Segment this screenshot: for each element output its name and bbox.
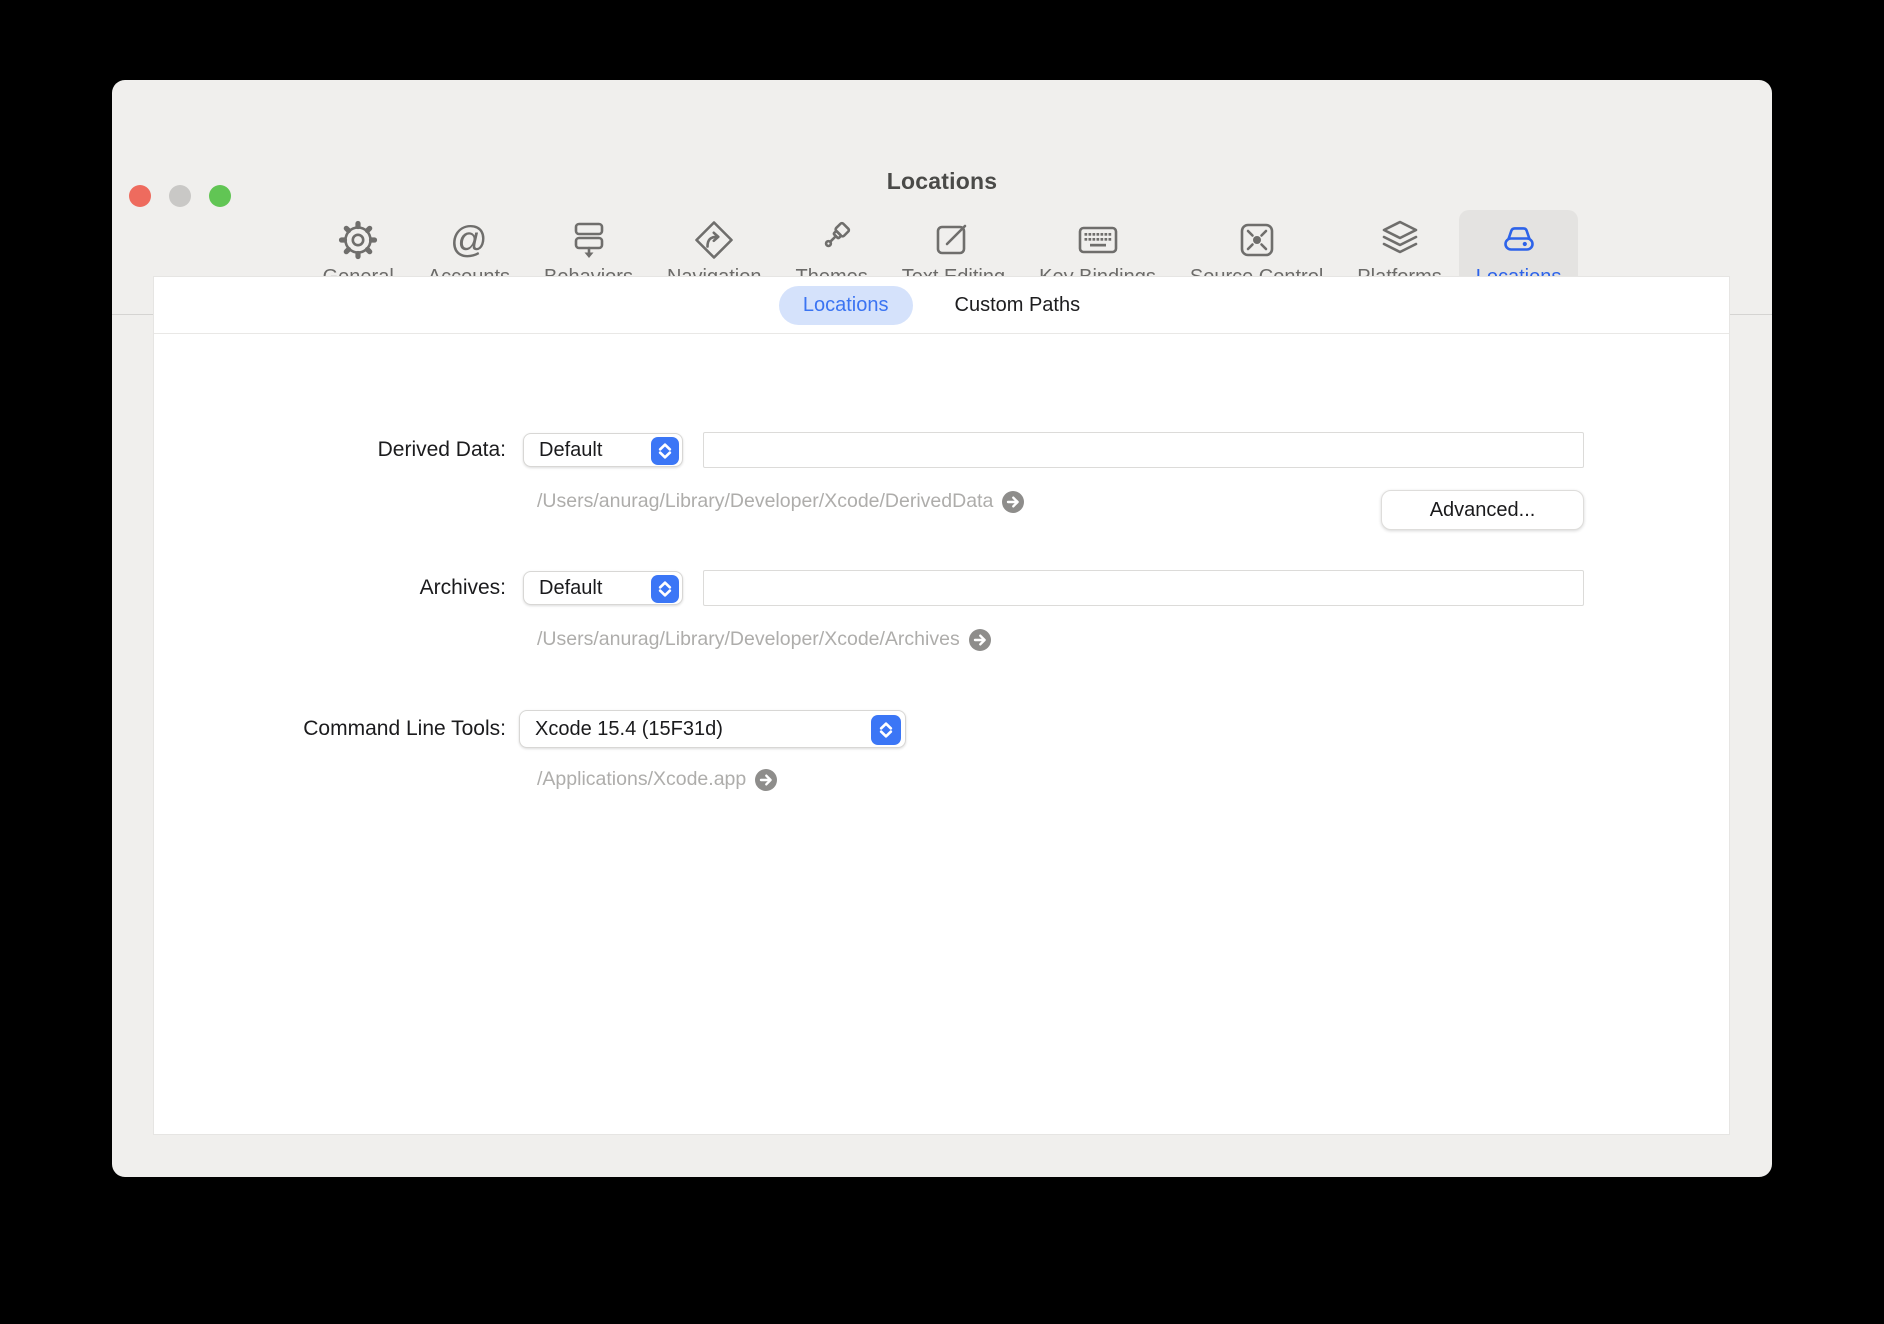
derived-data-popup[interactable]: Default [523,433,683,467]
path-text: /Users/anurag/Library/Developer/Xcode/Ar… [537,628,960,651]
segmented-control: Locations Custom Paths [154,277,1729,334]
derived-data-custom-path-field[interactable] [703,432,1584,468]
signpost-arrow-icon [692,217,736,263]
archives-popup[interactable]: Default [523,571,683,605]
window-title: Locations [112,168,1772,195]
at-sign-icon: @ [447,217,491,263]
archives-label: Archives: [154,571,506,605]
command-line-tools-path: /Applications/Xcode.app [537,768,777,791]
popup-value: Default [539,572,602,604]
segment-locations[interactable]: Locations [779,286,913,325]
popup-stepper-icon [651,575,679,603]
gear-icon [336,217,380,263]
popup-value: Default [539,434,602,466]
compose-pencil-icon [931,217,975,263]
command-line-tools-label: Command Line Tools: [154,712,506,746]
segment-custom-paths[interactable]: Custom Paths [931,286,1105,325]
layers-icon [1378,217,1422,263]
source-control-icon [1235,217,1279,263]
reveal-arrow-icon[interactable] [1002,491,1024,513]
advanced-button[interactable]: Advanced... [1381,490,1584,530]
archives-path: /Users/anurag/Library/Developer/Xcode/Ar… [537,628,991,651]
locations-form: Derived Data: Default /Users/anurag/Libr… [154,334,1729,1135]
xcode-settings-window: Locations [112,80,1772,1177]
popup-stepper-icon [871,715,901,745]
path-text: /Users/anurag/Library/Developer/Xcode/De… [537,490,993,513]
stacked-panels-icon [567,217,611,263]
locations-pane: Locations Custom Paths Derived Data: Def… [153,276,1730,1135]
command-line-tools-popup[interactable]: Xcode 15.4 (15F31d) [519,710,906,748]
hard-drive-icon [1497,217,1541,263]
derived-data-label: Derived Data: [154,433,506,467]
archives-custom-path-field[interactable] [703,570,1584,606]
paintbrush-icon [810,217,854,263]
reveal-arrow-icon[interactable] [969,629,991,651]
derived-data-path: /Users/anurag/Library/Developer/Xcode/De… [537,490,1024,513]
reveal-arrow-icon[interactable] [755,769,777,791]
popup-value: Xcode 15.4 (15F31d) [535,711,723,747]
path-text: /Applications/Xcode.app [537,768,746,791]
popup-stepper-icon [651,437,679,465]
keyboard-icon [1076,217,1120,263]
